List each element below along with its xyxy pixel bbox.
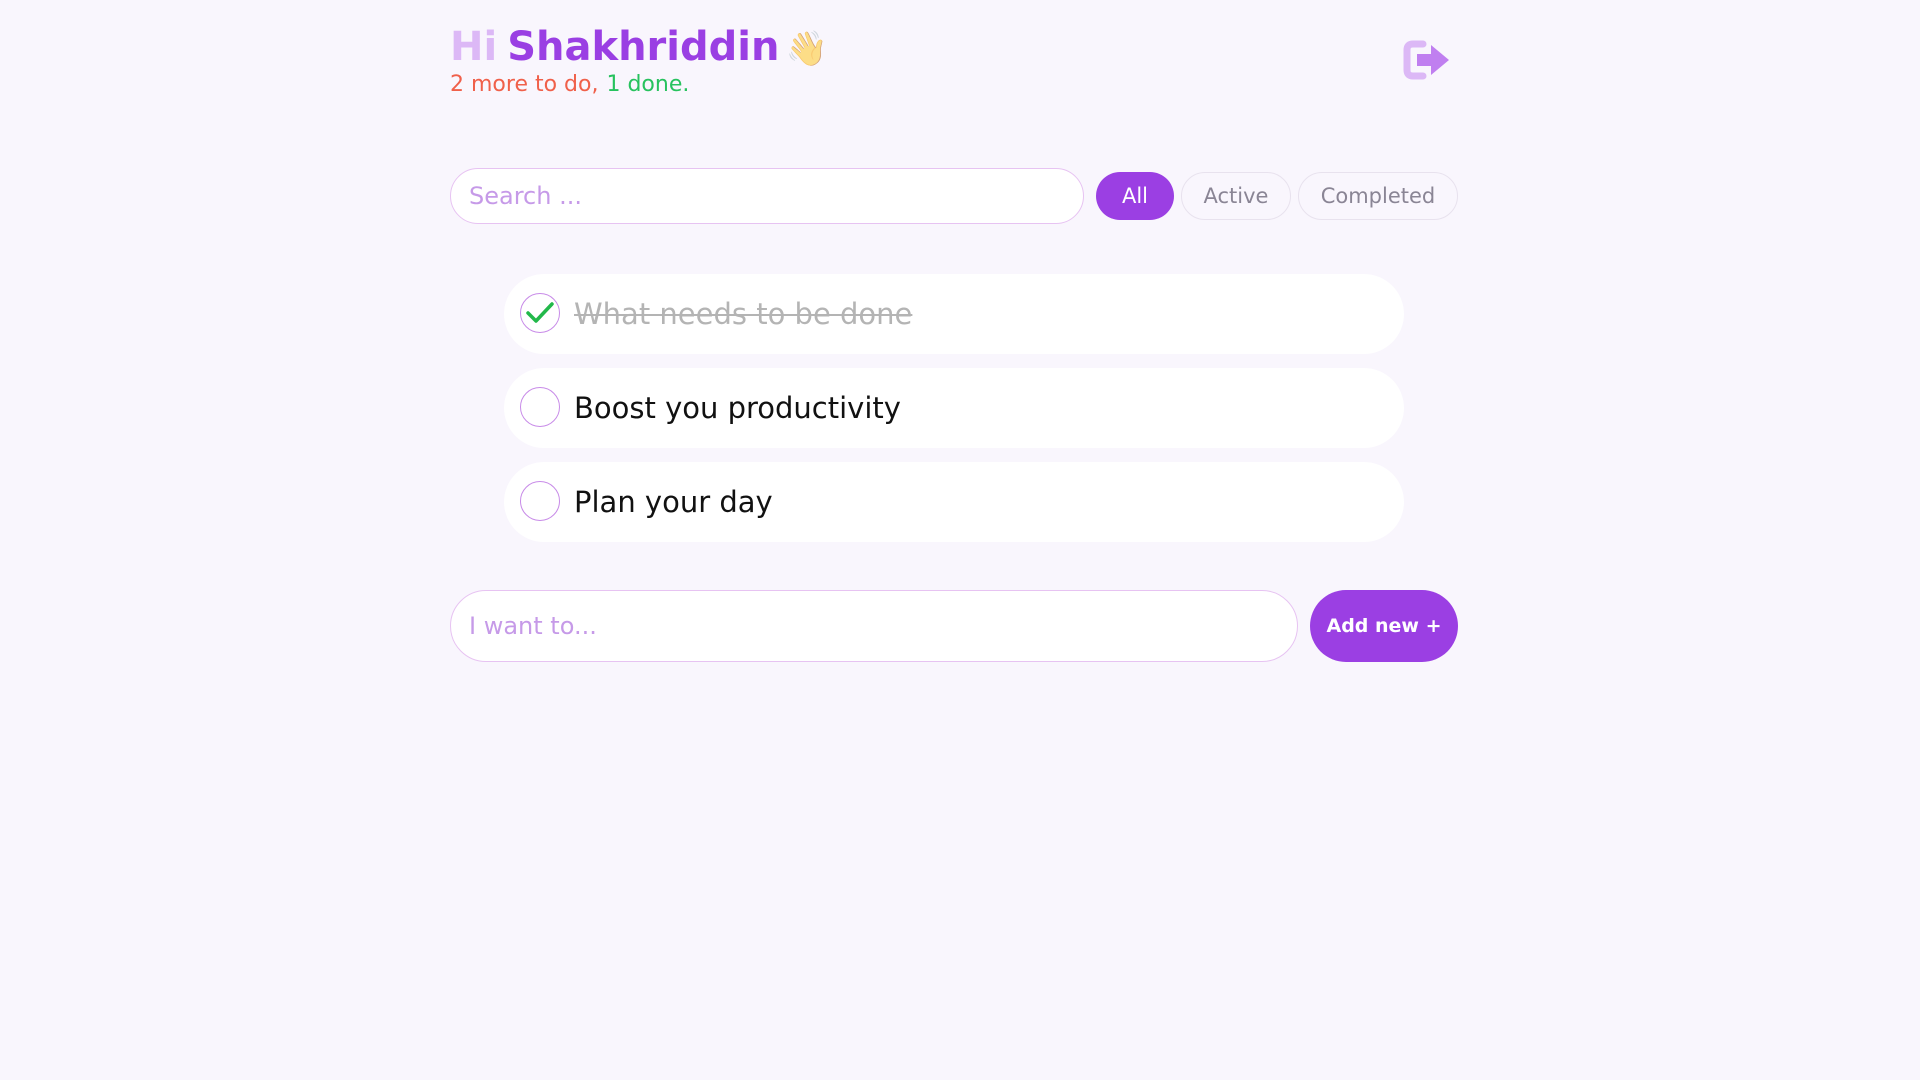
add-new-button[interactable]: Add new +: [1310, 590, 1458, 662]
todo-checkbox[interactable]: [520, 293, 560, 333]
task-summary: 2 more to do, 1 done.: [450, 70, 689, 100]
logout-arrow-icon: [1403, 40, 1449, 80]
filter-active-button[interactable]: Active: [1181, 172, 1291, 220]
todo-checkbox[interactable]: [520, 481, 560, 521]
todo-item[interactable]: Plan your day: [504, 462, 1404, 542]
todo-count: 2 more to do,: [450, 72, 599, 97]
todo-text: Plan your day: [574, 485, 773, 519]
add-todo-form: Add new +: [450, 590, 1458, 662]
todo-item[interactable]: Boost you productivity: [504, 368, 1404, 448]
new-todo-input[interactable]: [450, 590, 1298, 662]
greeting-prefix: Hi: [450, 24, 498, 70]
wave-icon: 👋: [785, 29, 828, 69]
greeting: Hi Shakhriddin 👋: [450, 22, 828, 74]
logout-button[interactable]: [1403, 38, 1455, 82]
todo-app: HiShakhriddin👋 2 more to do, 1 done. All …: [450, 0, 1458, 662]
header: Hi Shakhriddin 👋 2 more to do, 1 done.: [450, 0, 1458, 130]
todo-item[interactable]: What needs to be done: [504, 274, 1404, 354]
filter-completed-button[interactable]: Completed: [1298, 172, 1458, 220]
todo-text: Boost you productivity: [574, 391, 901, 425]
done-count: 1 done.: [606, 72, 690, 97]
filter-all-button[interactable]: All: [1096, 172, 1174, 220]
user-name: Shakhriddin: [507, 24, 780, 70]
search-input[interactable]: [450, 168, 1084, 224]
todo-text: What needs to be done: [574, 297, 913, 331]
checkmark-icon: [526, 302, 554, 323]
todo-checkbox[interactable]: [520, 387, 560, 427]
todo-list: What needs to be done Boost you producti…: [504, 274, 1404, 556]
search-and-filters: All Active Completed: [450, 168, 1458, 226]
